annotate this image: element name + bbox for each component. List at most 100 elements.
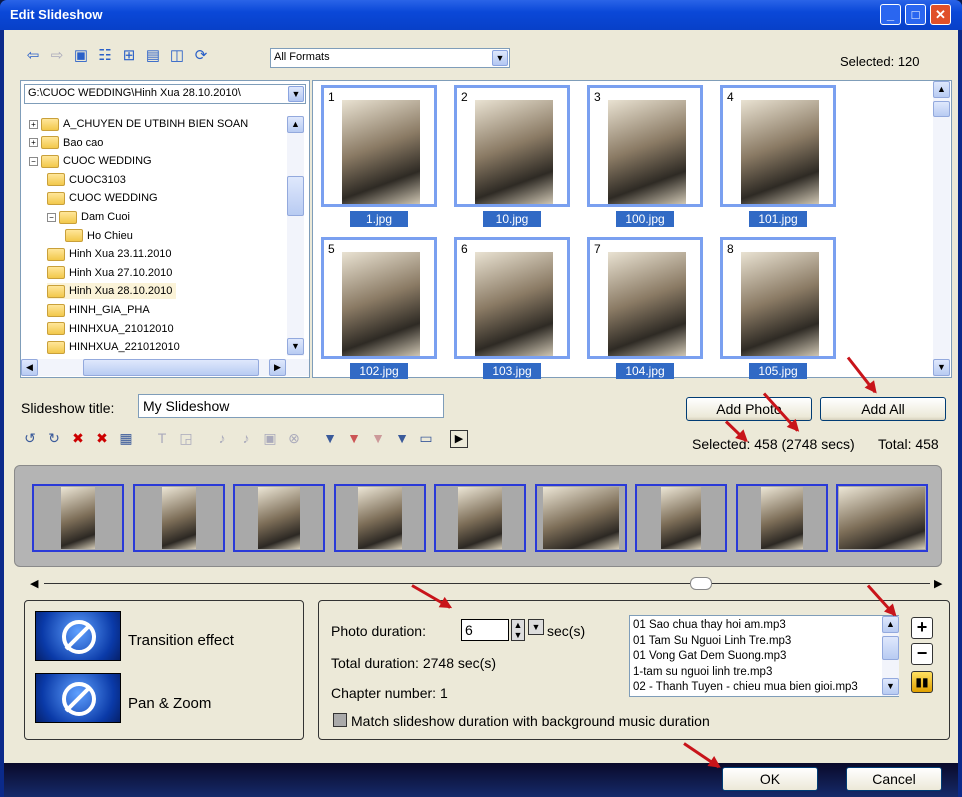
transition-effect-label[interactable]: Transition effect bbox=[128, 632, 234, 649]
back-arrow-icon[interactable]: ⇦ bbox=[24, 47, 42, 65]
photo-thumbnail[interactable]: 5 bbox=[321, 237, 437, 359]
storyboard-frame[interactable] bbox=[132, 484, 225, 552]
remove-all-icon[interactable]: ✖ bbox=[92, 428, 112, 448]
thumbnail-filename[interactable]: 10.jpg bbox=[483, 211, 541, 227]
photo-thumbnail[interactable]: 4 bbox=[720, 85, 836, 207]
storyboard-frame[interactable] bbox=[836, 484, 928, 552]
import-icon[interactable]: ▼ bbox=[392, 428, 412, 448]
tree-hscroll[interactable]: ◀ ▶ bbox=[21, 359, 309, 376]
storyboard-frame[interactable] bbox=[635, 484, 727, 552]
music-item[interactable]: 01 Tam Su Nguoi Linh Tre.mp3 bbox=[633, 634, 883, 650]
photo-duration-input[interactable] bbox=[461, 619, 509, 641]
image-view-icon[interactable]: ▤ bbox=[144, 47, 162, 65]
ok-button[interactable]: OK bbox=[722, 767, 818, 791]
pan-zoom-label[interactable]: Pan & Zoom bbox=[128, 695, 211, 712]
tree-item[interactable]: − CUOC WEDDING bbox=[29, 153, 152, 169]
tree-item[interactable]: Ho Chieu bbox=[65, 228, 133, 244]
music-item[interactable]: 01 Sao chua thay hoi am.mp3 bbox=[633, 618, 883, 634]
chapter-icon[interactable]: ▦ bbox=[116, 428, 136, 448]
tree-vscroll[interactable]: ▲ ▼ bbox=[287, 116, 304, 356]
crop-icon[interactable]: ◲ bbox=[176, 428, 196, 448]
music-volume-icon[interactable]: ▮▮ bbox=[911, 671, 933, 693]
thumbnail-filename[interactable]: 104.jpg bbox=[616, 363, 674, 379]
tree-item[interactable]: Hinh Xua 23.11.2010 bbox=[47, 246, 172, 262]
thumbnail-filename[interactable]: 105.jpg bbox=[749, 363, 807, 379]
match-duration-checkbox[interactable] bbox=[333, 713, 347, 727]
expander-icon[interactable]: + bbox=[29, 119, 38, 129]
chevron-down-icon[interactable]: ▼ bbox=[492, 50, 508, 66]
folder-up-icon[interactable]: ▣ bbox=[72, 47, 90, 65]
maximize-button[interactable]: □ bbox=[905, 4, 926, 25]
hscroll-thumb[interactable] bbox=[83, 359, 259, 376]
rotate-right-icon[interactable]: ↻ bbox=[44, 428, 64, 448]
music-list[interactable]: 01 Sao chua thay hoi am.mp3 01 Tam Su Ngu… bbox=[629, 615, 899, 697]
music-vscroll[interactable]: ▲ ▼ bbox=[882, 616, 899, 696]
tree-item[interactable]: CUOC WEDDING bbox=[47, 190, 158, 206]
photo-thumbnail[interactable]: 8 bbox=[720, 237, 836, 359]
scroll-left-icon[interactable]: ◀ bbox=[21, 359, 38, 376]
expander-icon[interactable]: − bbox=[47, 212, 56, 222]
match-duration-label[interactable]: Match slideshow duration with background… bbox=[351, 713, 710, 729]
minimize-button[interactable]: _ bbox=[880, 4, 901, 25]
storyboard-frame[interactable] bbox=[434, 484, 526, 552]
delete-all-icon[interactable]: ▼ bbox=[368, 428, 388, 448]
pan-zoom-icon[interactable] bbox=[35, 673, 121, 723]
transition-effect-icon[interactable] bbox=[35, 611, 121, 661]
thumbnail-filename[interactable]: 100.jpg bbox=[616, 211, 674, 227]
photo-thumbnail[interactable]: 7 bbox=[587, 237, 703, 359]
photo-thumbnail[interactable]: 2 bbox=[454, 85, 570, 207]
path-combo[interactable]: G:\CUOC WEDDING\Hinh Xua 28.10.2010\ ▼ bbox=[24, 84, 306, 104]
audio-icon[interactable]: ♪ bbox=[212, 428, 232, 448]
tree-item[interactable]: HINHXUA_221012010 bbox=[47, 339, 180, 355]
page-menu-icon[interactable]: ▭ bbox=[416, 428, 436, 448]
add-music-icon[interactable]: + bbox=[911, 617, 933, 639]
duration-spin-icon[interactable]: ▲ ▼ bbox=[511, 619, 525, 641]
storyboard-frame[interactable] bbox=[333, 484, 426, 552]
tree-item[interactable]: Hinh Xua 27.10.2010 bbox=[47, 265, 172, 281]
tree-item[interactable]: Hinh Xua 28.10.2010 bbox=[47, 283, 177, 300]
audio-link-icon[interactable]: ⊗ bbox=[284, 428, 304, 448]
scroll-up-icon[interactable]: ▲ bbox=[933, 81, 950, 98]
storyboard-frame[interactable] bbox=[735, 484, 828, 552]
sort-icon[interactable]: ☷ bbox=[96, 47, 114, 65]
photo-thumbnail[interactable]: 3 bbox=[587, 85, 703, 207]
cancel-button[interactable]: Cancel bbox=[846, 767, 942, 791]
slider-right-icon[interactable]: ▶ bbox=[934, 577, 948, 590]
tree-item[interactable]: + Bao cao bbox=[29, 135, 103, 151]
tree-item[interactable]: − Dam Cuoi bbox=[47, 209, 130, 225]
text-icon[interactable]: T bbox=[152, 428, 172, 448]
tree-item[interactable]: CUOC3103 bbox=[47, 172, 126, 188]
storyboard-frame[interactable] bbox=[233, 484, 325, 552]
save-icon[interactable]: ▼ bbox=[320, 428, 340, 448]
thumbnail-filename[interactable]: 101.jpg bbox=[749, 211, 807, 227]
scroll-up-icon[interactable]: ▲ bbox=[287, 116, 304, 133]
storyboard-frame[interactable] bbox=[534, 484, 627, 552]
tree-item[interactable]: HINHXUA_21012010 bbox=[47, 321, 174, 337]
tree-view-icon[interactable]: ⊞ bbox=[120, 47, 138, 65]
expander-icon[interactable]: + bbox=[29, 138, 38, 148]
audio-remove-icon[interactable]: ♪ bbox=[236, 428, 256, 448]
audio-edit-icon[interactable]: ▣ bbox=[260, 428, 280, 448]
close-button[interactable]: ✕ bbox=[930, 4, 951, 25]
tree-item[interactable]: HINH_GIA_PHA bbox=[47, 302, 150, 318]
music-item[interactable]: 01 Vong Gat Dem Suong.mp3 bbox=[633, 649, 883, 665]
play-icon[interactable]: ▶ bbox=[450, 430, 468, 448]
music-item[interactable]: 1-tam su nguoi linh tre.mp3 bbox=[633, 665, 883, 681]
delete-file-icon[interactable]: ▼ bbox=[344, 428, 364, 448]
duration-dropdown-icon[interactable]: ▼ bbox=[528, 619, 544, 635]
slideshow-title-input[interactable] bbox=[138, 394, 444, 418]
scroll-down-icon[interactable]: ▼ bbox=[882, 678, 899, 695]
expander-icon[interactable]: − bbox=[29, 156, 38, 166]
slider-left-icon[interactable]: ◀ bbox=[30, 577, 44, 590]
photo-thumbnail[interactable]: 6 bbox=[454, 237, 570, 359]
refresh-icon[interactable]: ⟳ bbox=[192, 47, 210, 65]
scroll-right-icon[interactable]: ▶ bbox=[269, 359, 286, 376]
remove-music-icon[interactable]: − bbox=[911, 643, 933, 665]
scroll-thumb[interactable] bbox=[933, 101, 950, 117]
remove-icon[interactable]: ✖ bbox=[68, 428, 88, 448]
music-item[interactable]: 02 - Thanh Tuyen - chieu mua bien gioi.m… bbox=[633, 680, 883, 696]
forward-arrow-icon[interactable]: ⇨ bbox=[48, 47, 66, 65]
tree-item[interactable]: + A_CHUYEN DE UTBINH BIEN SOAN bbox=[29, 116, 248, 132]
scroll-thumb[interactable] bbox=[882, 636, 899, 660]
format-select[interactable]: All Formats ▼ bbox=[270, 48, 510, 68]
